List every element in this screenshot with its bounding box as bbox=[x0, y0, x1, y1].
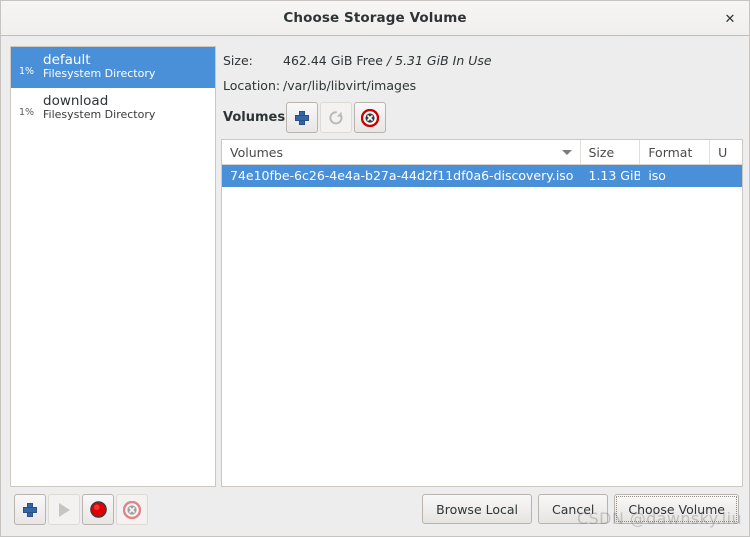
column-header-size-label: Size bbox=[588, 144, 615, 160]
delete-pool-button[interactable] bbox=[116, 494, 148, 525]
volumes-table-header: Volumes Size Format U bbox=[222, 140, 742, 165]
size-inuse-text: 5.31 GiB In Use bbox=[395, 53, 492, 68]
plus-icon bbox=[23, 502, 37, 517]
delete-volume-button[interactable] bbox=[354, 102, 386, 133]
close-icon[interactable]: ✕ bbox=[719, 9, 741, 29]
column-header-volumes[interactable]: Volumes bbox=[222, 140, 581, 164]
volumes-toolbar bbox=[286, 102, 386, 133]
chevron-down-icon bbox=[561, 150, 572, 155]
volumes-heading: Volumes bbox=[223, 110, 286, 125]
cancel-button[interactable]: Cancel bbox=[538, 494, 609, 524]
choose-volume-button[interactable]: Choose Volume bbox=[614, 494, 739, 524]
plus-icon bbox=[295, 110, 309, 125]
pool-usage-percent: 1% bbox=[19, 65, 35, 77]
size-value: 462.44 GiB Free / 5.31 GiB In Use bbox=[283, 53, 492, 68]
pool-toolbar bbox=[14, 494, 148, 525]
column-header-size[interactable]: Size bbox=[581, 140, 641, 164]
size-label: Size: bbox=[223, 53, 253, 68]
column-header-used-by-label: U bbox=[718, 144, 728, 160]
size-free-text: 462.44 GiB Free bbox=[283, 53, 383, 68]
stop-icon bbox=[89, 501, 107, 518]
pool-type: Filesystem Directory bbox=[43, 67, 156, 81]
table-row[interactable]: 74e10fbe-6c26-4e4a-b27a-44d2f11df0a6-dis… bbox=[222, 165, 742, 187]
size-separator: / bbox=[382, 53, 396, 68]
page-title: Choose Storage Volume bbox=[283, 10, 467, 26]
refresh-icon bbox=[329, 110, 343, 124]
delete-icon bbox=[361, 108, 379, 127]
add-volume-button[interactable] bbox=[286, 102, 318, 133]
sidebar-item-default[interactable]: 1% default Filesystem Directory bbox=[11, 47, 215, 88]
sidebar-item-download[interactable]: 1% download Filesystem Directory bbox=[11, 88, 215, 129]
add-pool-button[interactable] bbox=[14, 494, 46, 525]
pool-name: download bbox=[43, 93, 109, 110]
delete-icon bbox=[123, 500, 141, 519]
pool-usage-percent: 1% bbox=[19, 106, 35, 118]
stop-pool-button[interactable] bbox=[82, 494, 114, 525]
location-label: Location: bbox=[223, 78, 281, 93]
choose-storage-volume-dialog: Choose Storage Volume ✕ 1% default Files… bbox=[0, 0, 750, 537]
dialog-action-buttons: Browse Local Cancel Choose Volume bbox=[422, 494, 739, 524]
start-pool-button[interactable] bbox=[48, 494, 80, 525]
column-header-volumes-label: Volumes bbox=[230, 144, 284, 160]
pool-name: default bbox=[43, 52, 91, 69]
cell-volume-format: iso bbox=[648, 168, 666, 183]
column-header-format-label: Format bbox=[648, 144, 693, 160]
location-value: /var/lib/libvirt/images bbox=[283, 78, 417, 93]
cell-volume-size: 1.13 GiB bbox=[588, 168, 641, 183]
volumes-table[interactable]: Volumes Size Format U 74e10fbe-6c26-4e4a… bbox=[221, 139, 743, 487]
browse-local-button[interactable]: Browse Local bbox=[422, 494, 533, 524]
play-icon bbox=[58, 502, 70, 517]
column-header-format[interactable]: Format bbox=[640, 140, 711, 164]
refresh-volumes-button[interactable] bbox=[320, 102, 352, 133]
column-header-used-by[interactable]: U bbox=[710, 140, 742, 164]
cell-volume-name: 74e10fbe-6c26-4e4a-b27a-44d2f11df0a6-dis… bbox=[230, 168, 574, 183]
titlebar: Choose Storage Volume ✕ bbox=[1, 1, 749, 36]
pool-type: Filesystem Directory bbox=[43, 108, 156, 122]
storage-pool-list[interactable]: 1% default Filesystem Directory 1% downl… bbox=[10, 46, 216, 487]
